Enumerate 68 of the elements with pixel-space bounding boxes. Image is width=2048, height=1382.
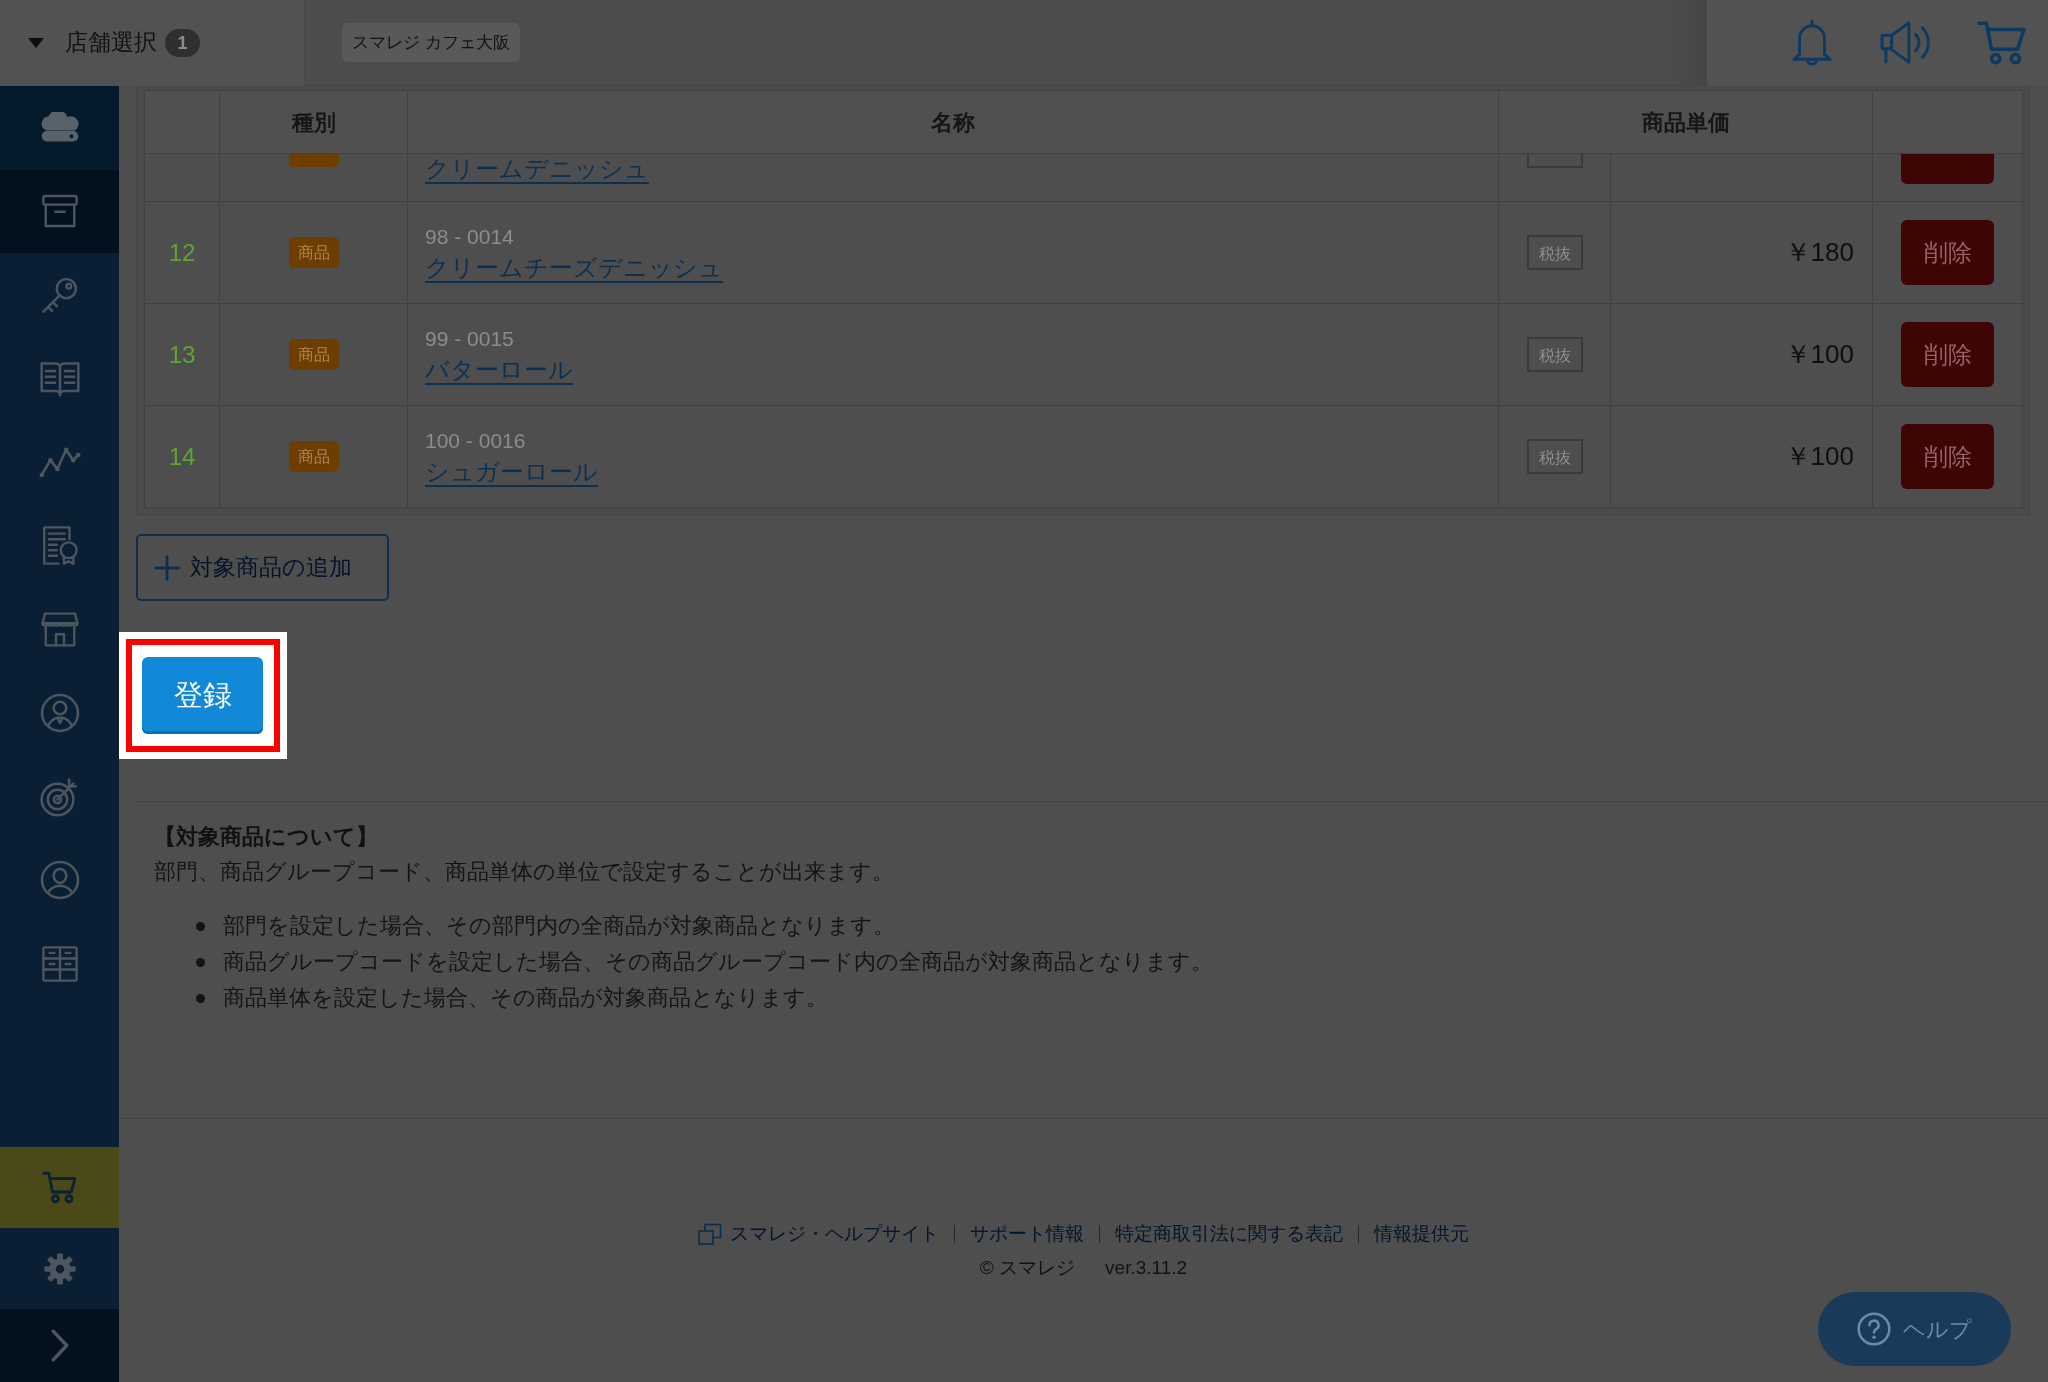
sidebar-item[interactable] [0,1147,119,1228]
add-item-button[interactable]: 対象商品の追加 [136,534,389,601]
notes-text: 部門、商品グループコード、商品単体の単位で設定することが出来ます。 [154,858,895,886]
delete-button[interactable]: 削除 [1901,322,1994,387]
footer-link[interactable]: スマレジ・ヘルプサイト [730,1217,939,1251]
product-link[interactable]: クリームデニッシュ [425,155,649,183]
tax-label: 税抜 [1526,235,1583,270]
category-tag: 商品 [288,237,339,268]
footer-link[interactable]: サポート情報 [970,1217,1084,1251]
plus-icon [154,554,180,581]
store-select-button[interactable]: 店舗選択 1 [0,0,305,86]
cabinet-icon [40,944,79,983]
copyright-text: © スマレジ [979,1256,1076,1280]
version-text: ver.3.11.2 [1105,1256,1188,1280]
person-badge-icon [39,692,80,733]
price-text: ￥180 [1784,237,1854,267]
help-button[interactable]: ヘルプ [1818,1292,2011,1366]
chevron-right-icon [50,1329,69,1362]
bullet-text: 部門を設定した場合、その部門内の全商品が対象商品となります。 [223,912,895,940]
product-link[interactable]: バターロール [425,355,573,383]
sidebar-item[interactable] [0,169,119,254]
report-document-icon [40,525,79,567]
line-chart-icon [38,446,81,479]
count-badge: 1 [165,28,200,57]
notification-icon[interactable] [1789,18,1835,67]
key-icon [40,276,79,314]
cart-icon[interactable] [1977,19,2027,66]
price-text: ￥100 [1784,441,1854,471]
product-link[interactable]: クリームチーズデニッシュ [425,253,723,281]
delete-button[interactable]: 削除 [1901,220,1994,285]
home-button[interactable] [0,86,119,170]
delete-button[interactable]: 削除 [1901,424,1994,489]
megaphone-icon[interactable] [1879,19,1933,66]
caret-down-icon [28,37,44,48]
row-number: 12 [168,238,196,266]
product-code: 98 - 0014 [425,223,515,250]
bullet-icon [196,993,205,1003]
bullet-icon [196,957,205,967]
category-tag-edge [288,154,339,167]
tax-label: 税抜 [1526,337,1583,372]
person-circle-icon [39,860,80,901]
notes-title: 【対象商品について】 [154,823,379,851]
row-number: 14 [168,442,196,470]
bullet-text: 商品グループコードを設定した場合、その商品グループコード内の全商品が対象商品となります。 [223,948,1213,976]
settings-icon [42,1251,77,1286]
footer-link[interactable]: 特定商取引法に関する表記 [1115,1217,1343,1251]
tax-label: 税抜 [1526,439,1583,474]
price-text: ￥100 [1784,339,1854,369]
category-tag: 商品 [288,441,339,472]
category-tag: 商品 [288,339,339,370]
footer-link[interactable]: 情報提供元 [1374,1217,1469,1251]
target-icon [39,776,80,817]
bullet-text: 商品単体を設定した場合、その商品が対象商品となります。 [223,984,828,1012]
help-icon [1857,1312,1891,1346]
store-icon [40,610,79,648]
row-number: 13 [168,340,196,368]
product-link[interactable]: シュガーロール [425,457,598,485]
column-header: 種別 [219,90,408,154]
external-window-icon [698,1223,722,1245]
column-header: 名称 [407,90,1499,154]
book-icon [39,360,80,398]
product-code: 100 - 0016 [425,427,527,454]
cart-icon [41,1171,78,1204]
store-name-tag: スマレジ カフェ大阪 [342,23,520,62]
column-header: 商品単価 [1498,90,1873,154]
bullet-icon [196,921,205,931]
register-button[interactable]: 登録 [142,657,263,734]
product-code: 99 - 0015 [425,325,515,352]
